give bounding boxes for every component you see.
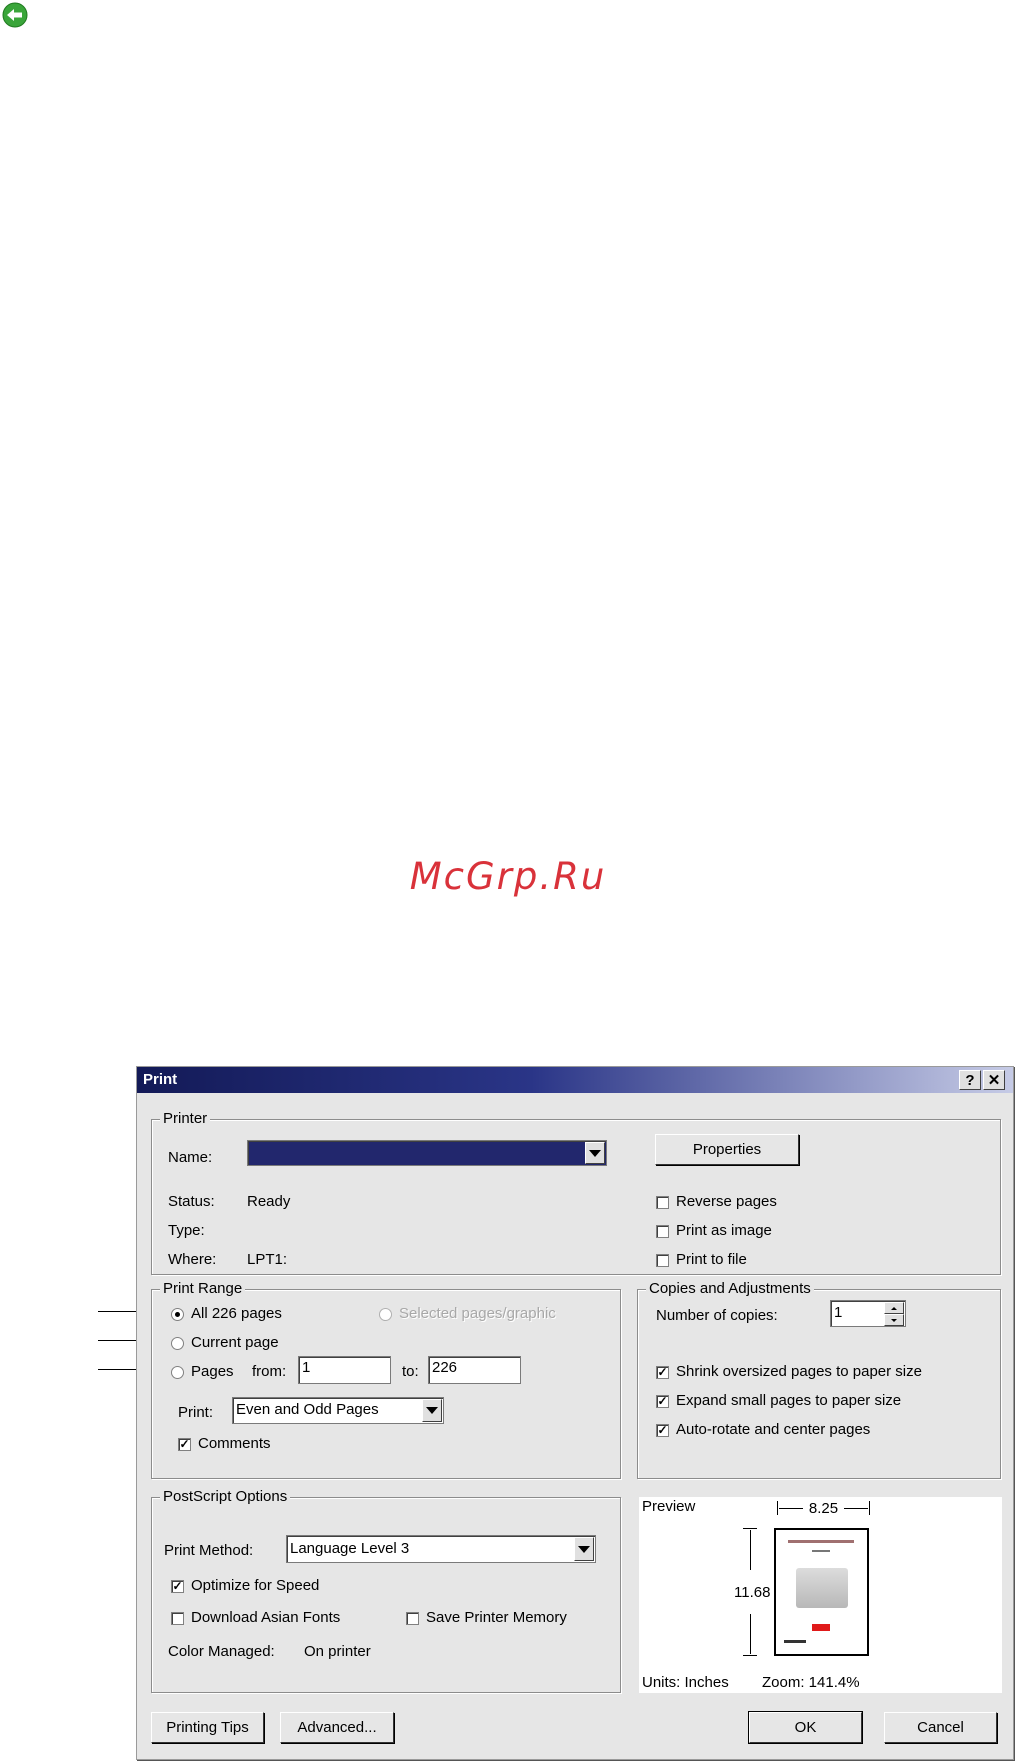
color-managed-label: Color Managed: xyxy=(168,1643,275,1660)
print-to-file-label[interactable]: Print to file xyxy=(676,1251,747,1268)
dropdown-arrow-icon[interactable] xyxy=(585,1142,605,1164)
to-label: to: xyxy=(402,1363,419,1380)
print-dialog: Print ? ✕ Printer Name: Properties Statu… xyxy=(136,1066,1014,1760)
copies-legend: Copies and Adjustments xyxy=(646,1280,814,1297)
zoom-label: Zoom: 141.4% xyxy=(762,1674,860,1691)
all-pages-label[interactable]: All 226 pages xyxy=(191,1305,282,1322)
name-label: Name: xyxy=(168,1149,213,1166)
print-subset-label: Print: xyxy=(178,1404,214,1421)
dropdown-arrow-icon[interactable] xyxy=(422,1399,442,1422)
preview-panel: Preview 8.25 11.68 Units: Inches Zoom: 1… xyxy=(639,1497,1002,1693)
copies-group: Copies and Adjustments Number of copies:… xyxy=(637,1280,1001,1479)
shrink-label[interactable]: Shrink oversized pages to paper size xyxy=(676,1363,922,1380)
printer-group: Printer Name: Properties Status: Ready T… xyxy=(151,1110,1001,1275)
print-to-file-checkbox[interactable] xyxy=(656,1254,669,1267)
print-range-legend: Print Range xyxy=(160,1280,246,1297)
save-memory-checkbox[interactable] xyxy=(406,1612,419,1625)
expand-checkbox[interactable]: ✓ xyxy=(656,1395,669,1408)
expand-label[interactable]: Expand small pages to paper size xyxy=(676,1392,901,1409)
printer-legend: Printer xyxy=(160,1110,211,1127)
status-value: Ready xyxy=(247,1193,291,1210)
spinner-up-icon[interactable] xyxy=(884,1302,904,1314)
print-as-image-label[interactable]: Print as image xyxy=(676,1222,772,1239)
postscript-group: PostScript Options Print Method: Languag… xyxy=(151,1488,621,1693)
to-input[interactable]: 226 xyxy=(428,1356,521,1384)
autorotate-checkbox[interactable]: ✓ xyxy=(656,1424,669,1437)
reverse-pages-label[interactable]: Reverse pages xyxy=(676,1193,777,1210)
from-label: from: xyxy=(252,1363,287,1380)
optimize-checkbox[interactable]: ✓ xyxy=(171,1580,184,1593)
print-method-label: Print Method: xyxy=(164,1542,254,1559)
shrink-checkbox[interactable]: ✓ xyxy=(656,1366,669,1379)
current-page-label[interactable]: Current page xyxy=(191,1334,279,1351)
copies-spinner[interactable]: 1 xyxy=(830,1300,906,1327)
height-value: 11.68 xyxy=(734,1584,771,1601)
title-bar[interactable]: Print ? ✕ xyxy=(137,1067,1013,1093)
color-managed-value: On printer xyxy=(304,1643,371,1660)
print-method-select[interactable]: Language Level 3 xyxy=(286,1535,596,1563)
print-subset-value: Even and Odd Pages xyxy=(236,1401,379,1418)
advanced-button[interactable]: Advanced... xyxy=(280,1712,394,1743)
print-subset-select[interactable]: Even and Odd Pages xyxy=(232,1397,444,1424)
selected-pages-label[interactable]: Selected pages/graphic xyxy=(399,1305,556,1322)
watermark: McGrp.Ru xyxy=(409,855,607,898)
status-label: Status: xyxy=(168,1193,215,1210)
printer-name-select[interactable] xyxy=(247,1140,607,1166)
reverse-pages-checkbox[interactable] xyxy=(656,1196,669,1209)
download-fonts-label[interactable]: Download Asian Fonts xyxy=(191,1609,340,1626)
print-method-value: Language Level 3 xyxy=(290,1540,410,1557)
print-as-image-checkbox[interactable] xyxy=(656,1225,669,1238)
preview-page xyxy=(774,1528,869,1656)
comments-label[interactable]: Comments xyxy=(198,1435,271,1452)
comments-checkbox[interactable]: ✓ xyxy=(178,1438,191,1451)
close-icon[interactable]: ✕ xyxy=(983,1070,1005,1090)
width-value: 8.25 xyxy=(808,1500,839,1517)
copies-value: 1 xyxy=(834,1304,843,1321)
current-page-radio[interactable] xyxy=(171,1337,184,1350)
autorotate-label[interactable]: Auto-rotate and center pages xyxy=(676,1421,870,1438)
pages-radio[interactable] xyxy=(171,1366,184,1379)
download-fonts-checkbox[interactable] xyxy=(171,1612,184,1625)
optimize-label[interactable]: Optimize for Speed xyxy=(191,1577,319,1594)
advanced-label: Advanced... xyxy=(297,1719,377,1736)
properties-label: Properties xyxy=(692,1141,762,1158)
save-memory-label[interactable]: Save Printer Memory xyxy=(426,1609,567,1626)
where-label: Where: xyxy=(168,1251,217,1268)
preview-label: Preview xyxy=(642,1498,696,1515)
back-arrow-icon[interactable] xyxy=(2,2,28,28)
selected-pages-radio[interactable] xyxy=(379,1308,392,1321)
units-label: Units: Inches xyxy=(642,1674,729,1691)
width-dimension: 8.25 xyxy=(777,1500,870,1517)
cancel-button[interactable]: Cancel xyxy=(884,1712,997,1743)
postscript-legend: PostScript Options xyxy=(160,1488,291,1505)
printing-tips-button[interactable]: Printing Tips xyxy=(151,1712,264,1743)
type-label: Type: xyxy=(168,1222,205,1239)
from-input[interactable]: 1 xyxy=(298,1356,391,1384)
all-pages-radio[interactable] xyxy=(171,1308,184,1321)
print-range-group: Print Range All 226 pages Selected pages… xyxy=(151,1280,621,1479)
properties-button[interactable]: Properties xyxy=(655,1134,799,1165)
spinner-down-icon[interactable] xyxy=(884,1314,904,1326)
printing-tips-label: Printing Tips xyxy=(166,1719,249,1736)
copies-label: Number of copies: xyxy=(656,1307,778,1324)
ok-label: OK xyxy=(794,1719,817,1736)
dropdown-arrow-icon[interactable] xyxy=(574,1537,594,1561)
where-value: LPT1: xyxy=(247,1251,288,1268)
dialog-title: Print xyxy=(143,1071,178,1088)
cancel-label: Cancel xyxy=(917,1719,964,1736)
ok-button[interactable]: OK xyxy=(748,1711,863,1744)
help-icon[interactable]: ? xyxy=(959,1070,981,1090)
pages-label[interactable]: Pages xyxy=(191,1363,234,1380)
